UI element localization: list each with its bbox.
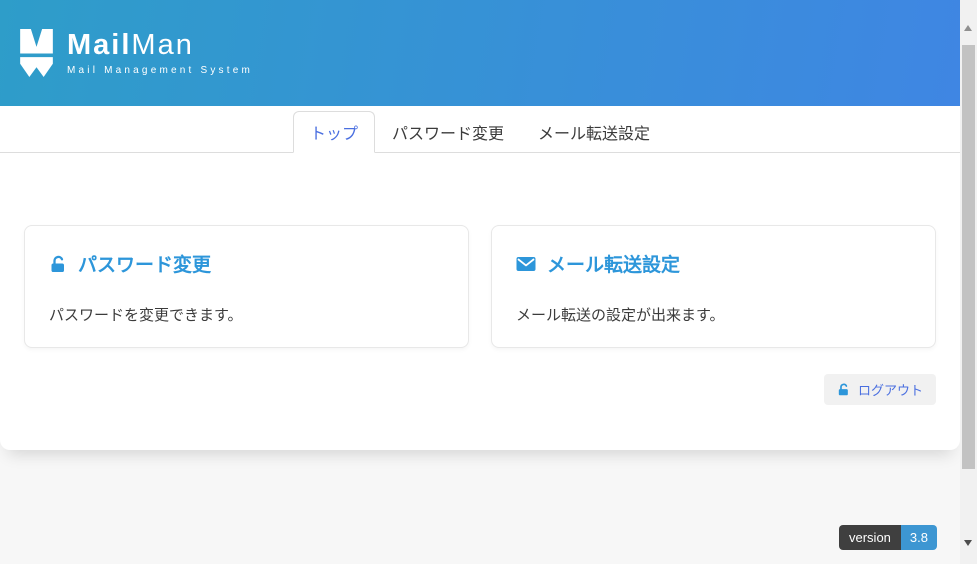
brand-logo: MailMan Mail Management System xyxy=(20,29,253,77)
cards-row: パスワード変更 パスワードを変更できます。 メール転送設定 xyxy=(24,225,936,348)
card-description: パスワードを変更できます。 xyxy=(49,304,444,325)
app-subtitle: Mail Management System xyxy=(67,65,253,76)
card-title-text: メール転送設定 xyxy=(547,250,680,277)
scroll-down-arrow-icon[interactable] xyxy=(964,540,972,546)
main-panel: トップ パスワード変更 メール転送設定 パスワード変更 xyxy=(0,106,960,450)
password-change-card-link[interactable]: パスワード変更 xyxy=(49,250,444,277)
app-footer: version 3.8 xyxy=(0,450,960,550)
tab-top[interactable]: トップ xyxy=(293,111,375,153)
tab-mail-forwarding[interactable]: メール転送設定 xyxy=(521,111,667,153)
app-title: MailMan xyxy=(67,31,253,60)
tab-content: パスワード変更 パスワードを変更できます。 メール転送設定 xyxy=(0,153,960,405)
envelope-icon xyxy=(516,256,536,272)
unlock-icon xyxy=(837,383,850,396)
page: MailMan Mail Management System トップ パスワード… xyxy=(0,0,960,564)
brand-text: MailMan Mail Management System xyxy=(67,31,253,76)
version-badge-label: version xyxy=(839,525,901,550)
card-title-text: パスワード変更 xyxy=(78,250,211,277)
scroll-up-arrow-icon[interactable] xyxy=(964,25,972,31)
mailman-logo-icon xyxy=(20,29,53,77)
vertical-scrollbar[interactable] xyxy=(960,0,977,564)
tab-password-change[interactable]: パスワード変更 xyxy=(375,111,521,153)
version-badge-value: 3.8 xyxy=(901,525,937,550)
mail-forwarding-card[interactable]: メール転送設定 メール転送の設定が出来ます。 xyxy=(491,225,936,348)
main-nav: トップ パスワード変更 メール転送設定 xyxy=(0,106,960,153)
logout-label: ログアウト xyxy=(858,380,923,399)
mail-forwarding-card-link[interactable]: メール転送設定 xyxy=(516,250,911,277)
app-title-light: Man xyxy=(131,29,193,61)
app-title-bold: Mail xyxy=(67,29,131,61)
unlock-icon xyxy=(49,255,67,273)
card-description: メール転送の設定が出来ます。 xyxy=(516,304,911,325)
scrollbar-thumb[interactable] xyxy=(962,45,975,469)
logout-row: ログアウト xyxy=(24,374,936,405)
version-badge: version 3.8 xyxy=(839,525,937,550)
logout-button[interactable]: ログアウト xyxy=(824,374,936,405)
app-header: MailMan Mail Management System xyxy=(0,0,960,106)
password-change-card[interactable]: パスワード変更 パスワードを変更できます。 xyxy=(24,225,469,348)
